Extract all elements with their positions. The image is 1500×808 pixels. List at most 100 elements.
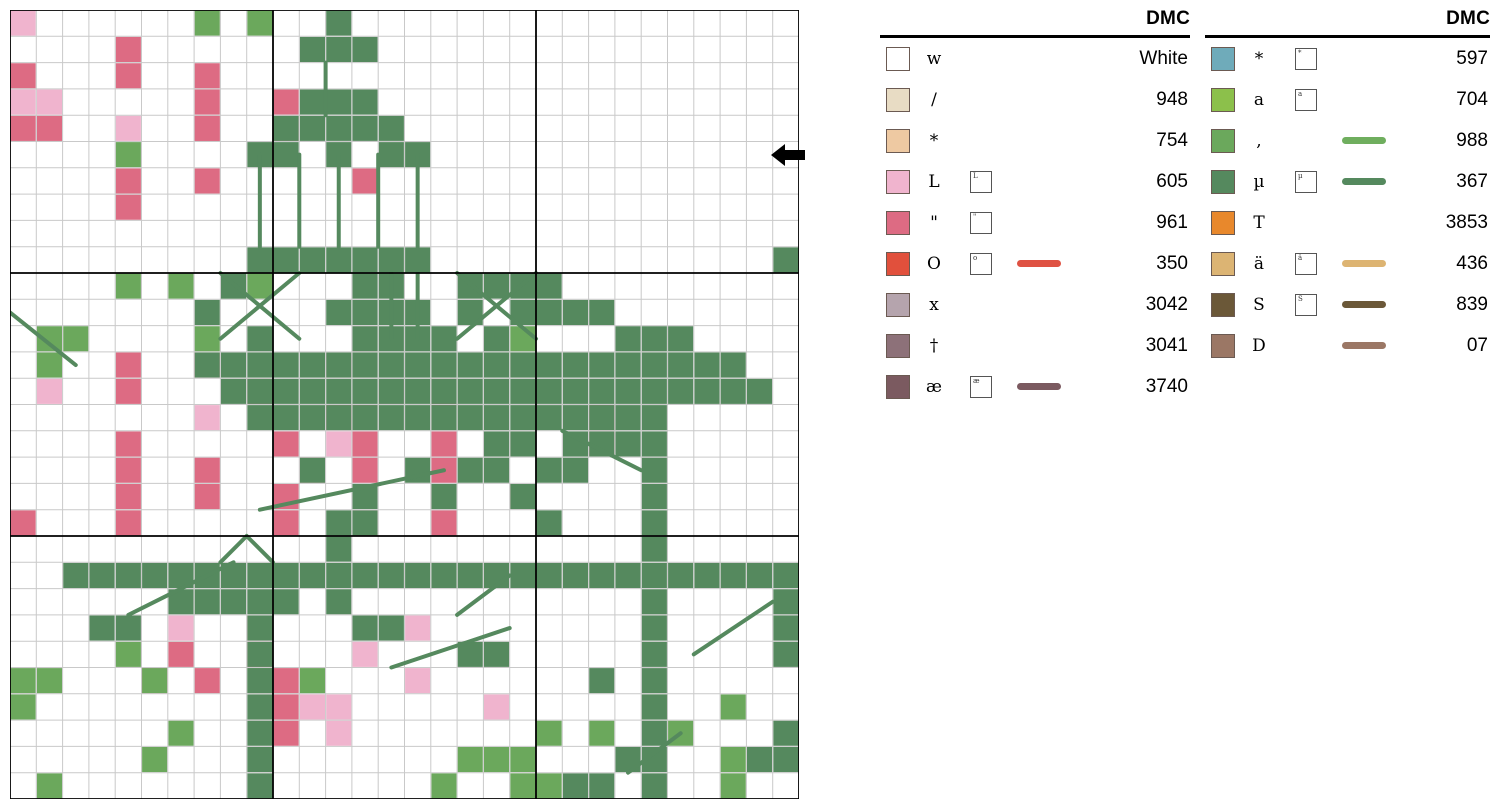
stitch-cell <box>326 352 352 378</box>
stitch-grid[interactable] <box>10 10 799 799</box>
legend-row[interactable]: x 3042 <box>880 284 1190 325</box>
stitch-cell <box>352 247 378 273</box>
legend-row[interactable]: æ æ 3740 <box>880 366 1190 407</box>
stitch-cell <box>273 247 299 273</box>
legend-row[interactable]: ä ä 436 <box>1205 243 1490 284</box>
stitch-cell <box>326 247 352 273</box>
fractional-stitch-symbol-box: µ <box>1283 170 1329 193</box>
stitch-cell <box>352 36 378 62</box>
legend-row[interactable]: L L 605 <box>880 161 1190 202</box>
stitch-symbol: µ <box>1253 171 1265 192</box>
stitch-cell <box>115 194 141 220</box>
stitch-symbol: * <box>929 130 939 151</box>
stitch-cell <box>378 562 404 588</box>
backstitch-line-sample <box>1004 137 1074 144</box>
stitch-symbol: x <box>929 294 939 315</box>
stitch-cell <box>641 536 667 562</box>
stitch-cell <box>247 352 273 378</box>
legend-row[interactable]: S S 839 <box>1205 284 1490 325</box>
color-swatch <box>1211 169 1235 194</box>
stitch-cell <box>194 63 220 89</box>
fractional-stitch-symbol-box <box>958 48 1004 70</box>
stitch-cell <box>641 641 667 667</box>
stitch-cell <box>720 378 746 404</box>
backstitch-line-sample <box>1004 260 1074 267</box>
fractional-stitch-symbol-box: " <box>958 211 1004 234</box>
stitch-cell <box>194 326 220 352</box>
stitch-cell <box>641 694 667 720</box>
stitch-cell <box>194 589 220 615</box>
legend-row[interactable]: * * 597 <box>1205 38 1490 79</box>
legend-row[interactable]: a a 704 <box>1205 79 1490 120</box>
stitch-cell <box>115 352 141 378</box>
legend-row[interactable]: / 948 <box>880 79 1190 120</box>
legend-row[interactable]: " " 961 <box>880 202 1190 243</box>
stitch-symbol: æ <box>926 376 942 397</box>
stitch-cell <box>36 668 62 694</box>
stitch-cell <box>773 747 799 773</box>
stitch-cell <box>194 352 220 378</box>
legend-header-2: DMC <box>1205 8 1490 38</box>
stitch-cell <box>194 89 220 115</box>
stitch-cell <box>378 115 404 141</box>
stitch-cell <box>247 247 273 273</box>
stitch-cell <box>431 431 457 457</box>
stitch-cell <box>562 457 588 483</box>
color-swatch <box>1211 128 1235 153</box>
stitch-cell <box>562 299 588 325</box>
legend-row[interactable]: D 07 <box>1205 325 1490 366</box>
stitch-cell <box>326 536 352 562</box>
legend-row[interactable]: µ µ 367 <box>1205 161 1490 202</box>
color-swatch <box>1211 333 1235 358</box>
stitch-cell <box>405 562 431 588</box>
legend-rows-2: * * 597 a a 704, 988 µ µ 367 T 3853 ä ä 436 S S 839 D 07 <box>1205 38 1490 366</box>
stitch-cell <box>641 457 667 483</box>
stitch-cell <box>89 615 115 641</box>
stitch-cell <box>247 378 273 404</box>
stitch-cell <box>273 694 299 720</box>
stitch-cell <box>510 773 536 799</box>
legend-row[interactable]: Oo 350 <box>880 243 1190 284</box>
stitch-cell <box>562 562 588 588</box>
color-swatch <box>886 128 910 153</box>
stitch-cell <box>431 510 457 536</box>
color-swatch <box>886 87 910 112</box>
chart-area <box>0 0 820 808</box>
color-swatch <box>1211 251 1235 276</box>
stitch-cell <box>668 378 694 404</box>
stitch-cell <box>747 378 773 404</box>
stitch-cell <box>10 89 36 115</box>
stitch-cell <box>694 562 720 588</box>
fractional-stitch-symbol-box: ä <box>1283 252 1329 275</box>
legend-row[interactable]: * 754 <box>880 120 1190 161</box>
legend-row[interactable]: † 3041 <box>880 325 1190 366</box>
stitch-cell <box>273 405 299 431</box>
stitch-cell <box>484 273 510 299</box>
stitch-cell <box>405 247 431 273</box>
stitch-cell <box>142 562 168 588</box>
stitch-cell <box>299 247 325 273</box>
dmc-code: 367 <box>1456 170 1488 192</box>
stitch-cell <box>510 562 536 588</box>
stitch-cell <box>378 247 404 273</box>
stitch-cell <box>247 641 273 667</box>
color-swatch <box>886 169 910 194</box>
stitch-cell <box>352 510 378 536</box>
stitch-cell <box>36 773 62 799</box>
stitch-cell <box>641 773 667 799</box>
stitch-cell <box>405 405 431 431</box>
stitch-symbol: † <box>929 335 939 356</box>
dmc-code: 704 <box>1456 88 1488 110</box>
fractional-stitch-symbol-box <box>958 294 1004 316</box>
stitch-cell <box>352 352 378 378</box>
stitch-cell <box>63 326 89 352</box>
stitch-cell <box>194 405 220 431</box>
stitch-cell <box>694 378 720 404</box>
stitch-cell <box>431 405 457 431</box>
legend-row[interactable]: T 3853 <box>1205 202 1490 243</box>
legend-row[interactable]: , 988 <box>1205 120 1490 161</box>
stitch-symbol: , <box>1256 130 1262 151</box>
legend-row[interactable]: w White <box>880 38 1190 79</box>
stitch-symbol: / <box>931 89 937 110</box>
stitch-cell <box>273 378 299 404</box>
